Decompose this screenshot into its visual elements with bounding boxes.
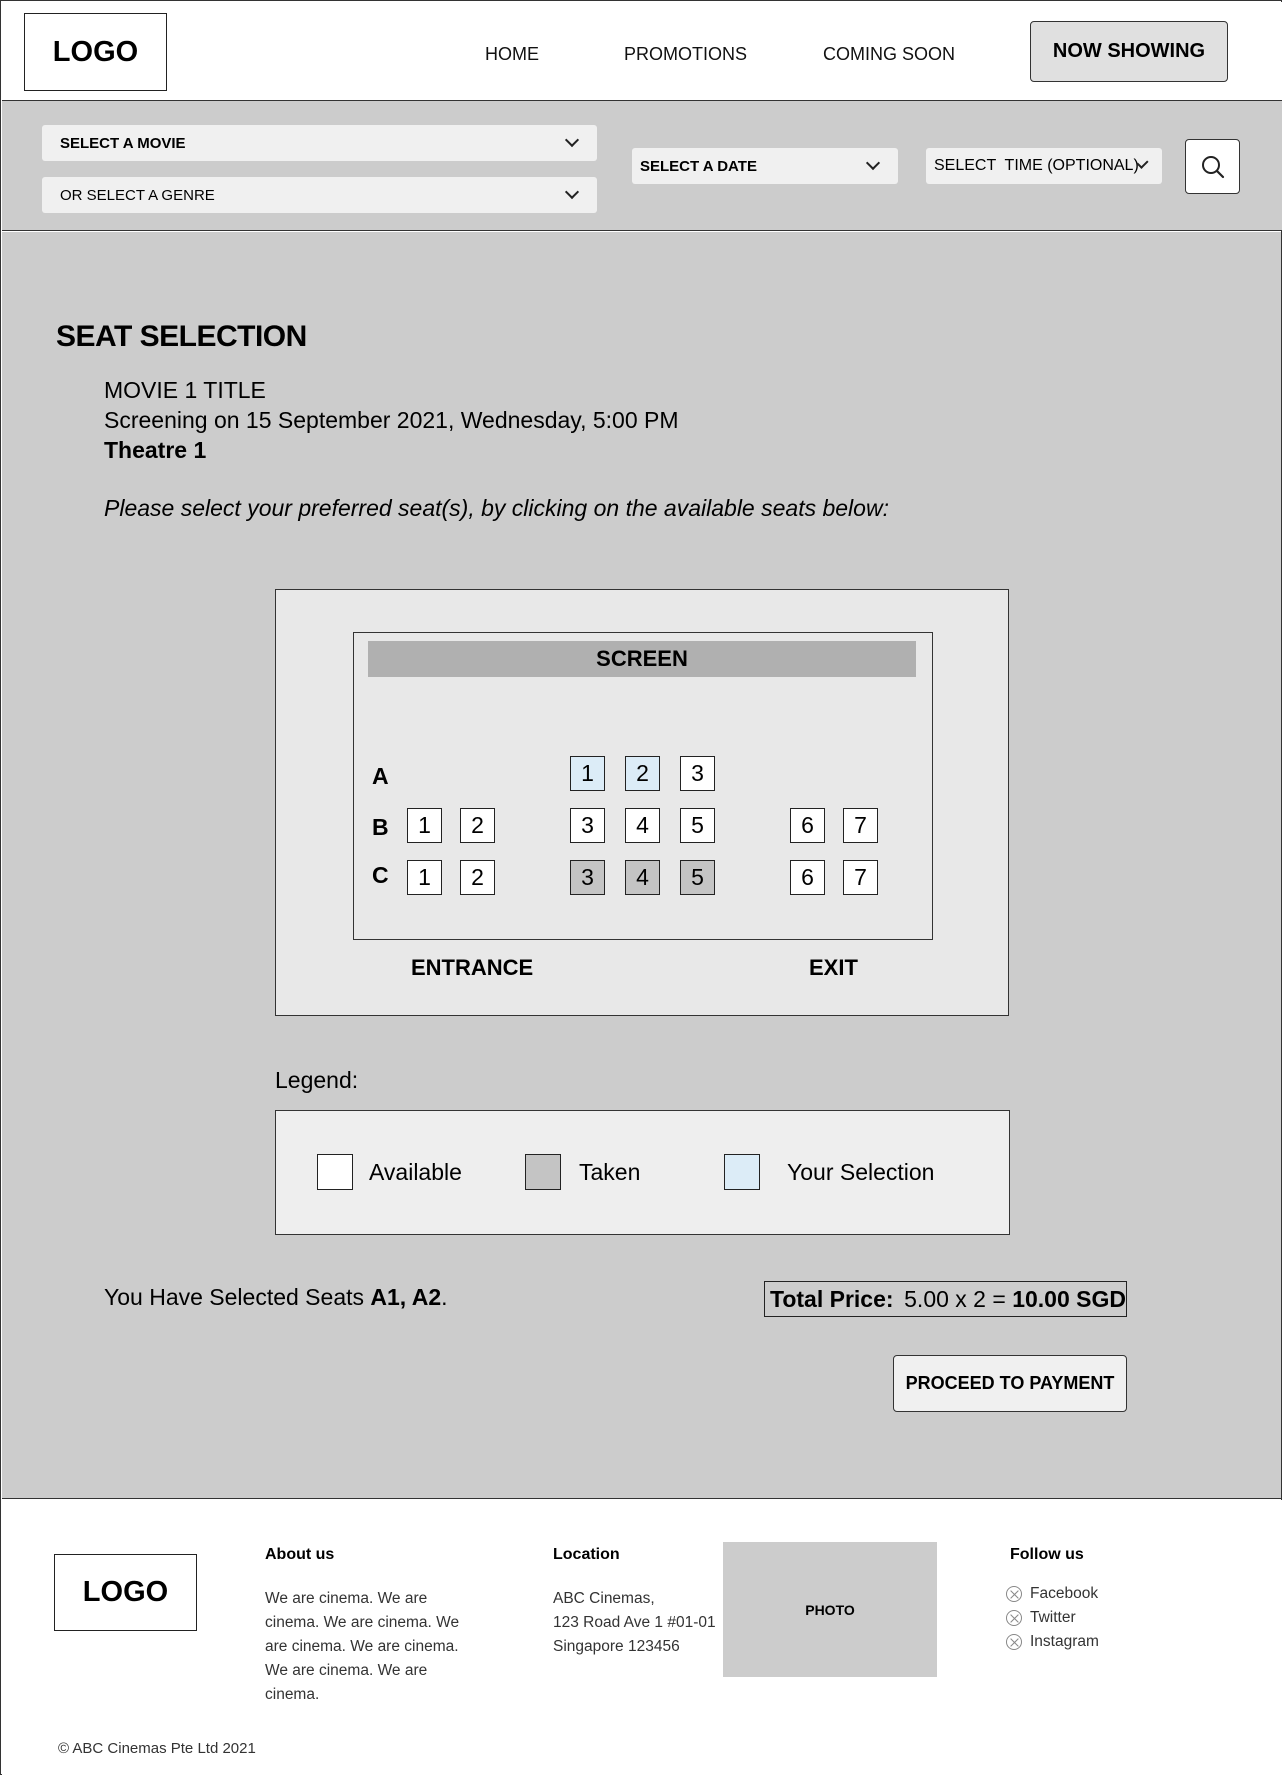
total-price-label: Total Price:	[770, 1285, 894, 1312]
genre-select[interactable]: OR SELECT A GENRE	[42, 177, 597, 213]
nav-home[interactable]: HOME	[485, 44, 539, 65]
legend-selection-swatch	[724, 1154, 760, 1190]
movie-select[interactable]: SELECT A MOVIE	[42, 125, 597, 161]
seat-c5: 5	[680, 860, 715, 895]
chevron-down-icon	[564, 132, 580, 148]
seat-a3[interactable]: 3	[680, 756, 715, 791]
legend-taken-swatch	[525, 1154, 561, 1190]
time-select-label: SELECT TIME (OPTIONAL)	[934, 157, 1139, 174]
location-line: Singapore 123456	[553, 1638, 680, 1655]
seat-b4[interactable]: 4	[625, 808, 660, 843]
about-line: are cinema. We are cinema.	[265, 1638, 459, 1655]
proceed-to-payment-button[interactable]: PROCEED TO PAYMENT	[893, 1355, 1127, 1412]
seat-b1[interactable]: 1	[407, 808, 442, 843]
page: LOGO HOME PROMOTIONS COMING SOON NOW SHO…	[0, 0, 1282, 1775]
follow-title: Follow us	[1010, 1546, 1084, 1563]
about-line: We are cinema. We are	[265, 1590, 428, 1607]
search-button[interactable]	[1185, 139, 1240, 194]
seat-c1[interactable]: 1	[407, 860, 442, 895]
instructions: Please select your preferred seat(s), by…	[104, 495, 889, 521]
seat-c7[interactable]: 7	[843, 860, 878, 895]
main-content: SEAT SELECTION MOVIE 1 TITLE Screening o…	[2, 232, 1281, 1499]
screen-label: SCREEN	[368, 641, 916, 677]
legend: Available Taken Your Selection	[275, 1110, 1010, 1235]
seat-a1[interactable]: 1	[570, 756, 605, 791]
footer-logo[interactable]: LOGO	[54, 1554, 197, 1631]
nav-coming-soon[interactable]: COMING SOON	[823, 44, 955, 65]
facebook-icon	[1006, 1586, 1022, 1602]
about-line: We are cinema. We are	[265, 1662, 428, 1679]
logo[interactable]: LOGO	[24, 13, 167, 91]
location-line: ABC Cinemas,	[553, 1590, 655, 1607]
row-label-c: C	[372, 862, 389, 888]
seat-c6[interactable]: 6	[790, 860, 825, 895]
seat-b3[interactable]: 3	[570, 808, 605, 843]
location-text: ABC Cinemas, 123 Road Ave 1 #01-01 Singa…	[553, 1587, 716, 1659]
movie-select-label: SELECT A MOVIE	[60, 134, 186, 152]
about-title: About us	[265, 1546, 335, 1563]
seat-a2[interactable]: 2	[625, 756, 660, 791]
seat-b2[interactable]: 2	[460, 808, 495, 843]
seat-b7[interactable]: 7	[843, 808, 878, 843]
header: LOGO HOME PROMOTIONS COMING SOON NOW SHO…	[2, 2, 1282, 101]
search-icon	[1201, 155, 1224, 178]
seat-b6[interactable]: 6	[790, 808, 825, 843]
row-label-b: B	[372, 814, 389, 840]
social-label: Twitter	[1030, 1609, 1076, 1626]
seat-map-area: SCREEN A B C 1 2 3 1 2 3 4 5 6 7 1 2 3 4…	[353, 632, 933, 940]
about-line: cinema. We are cinema. We	[265, 1614, 460, 1631]
legend-selection-label: Your Selection	[787, 1159, 935, 1185]
location-photo: PHOTO	[723, 1542, 937, 1677]
nav-promotions[interactable]: PROMOTIONS	[624, 44, 747, 65]
chevron-down-icon	[865, 155, 881, 171]
theatre-name: Theatre 1	[104, 437, 207, 463]
row-label-a: A	[372, 763, 389, 789]
location-line: 123 Road Ave 1 #01-01	[553, 1614, 716, 1631]
instagram-icon	[1006, 1634, 1022, 1650]
twitter-icon	[1006, 1610, 1022, 1626]
selected-seats-summary: You Have Selected Seats A1, A2.	[104, 1284, 448, 1311]
seat-c3: 3	[570, 860, 605, 895]
selected-seats-value: A1, A2	[370, 1284, 442, 1310]
legend-available-swatch	[317, 1154, 353, 1190]
screening-info: Screening on 15 September 2021, Wednesda…	[104, 407, 679, 433]
entrance-label: ENTRANCE	[411, 955, 534, 980]
social-label: Instagram	[1030, 1633, 1099, 1650]
social-twitter[interactable]: Twitter	[1006, 1609, 1076, 1627]
total-price-calc: 5.00 x 2 =	[904, 1285, 1013, 1312]
footer: LOGO About us We are cinema. We are cine…	[2, 1500, 1282, 1775]
selected-seats-prefix: You Have Selected Seats	[104, 1284, 371, 1310]
movie-title: MOVIE 1 TITLE	[104, 377, 266, 403]
date-select[interactable]: SELECT A DATE	[632, 148, 898, 184]
date-select-label: SELECT A DATE	[640, 157, 757, 175]
legend-title: Legend:	[275, 1067, 359, 1093]
about-text: We are cinema. We are cinema. We are cin…	[265, 1587, 459, 1707]
seat-c4: 4	[625, 860, 660, 895]
filter-bar: SELECT A MOVIE OR SELECT A GENRE SELECT …	[2, 101, 1282, 231]
now-showing-button[interactable]: NOW SHOWING	[1030, 21, 1228, 82]
social-instagram[interactable]: Instagram	[1006, 1633, 1099, 1651]
total-price: Total Price: 5.00 x 2 = 10.00 SGD	[764, 1281, 1127, 1317]
time-select[interactable]: SELECT TIME (OPTIONAL)	[926, 148, 1162, 184]
social-label: Facebook	[1030, 1585, 1099, 1602]
social-facebook[interactable]: Facebook	[1006, 1585, 1098, 1603]
about-line: cinema.	[265, 1686, 320, 1703]
chevron-down-icon	[564, 184, 580, 200]
location-title: Location	[553, 1546, 620, 1563]
selected-seats-suffix: .	[441, 1284, 448, 1310]
seat-b5[interactable]: 5	[680, 808, 715, 843]
page-title: SEAT SELECTION	[56, 320, 307, 353]
copyright: © ABC Cinemas Pte Ltd 2021	[58, 1740, 256, 1757]
seat-map: SCREEN A B C 1 2 3 1 2 3 4 5 6 7 1 2 3 4…	[275, 589, 1009, 1016]
genre-select-label: OR SELECT A GENRE	[60, 186, 215, 204]
seat-c2[interactable]: 2	[460, 860, 495, 895]
exit-label: EXIT	[809, 955, 858, 980]
legend-taken-label: Taken	[579, 1159, 641, 1185]
legend-available-label: Available	[369, 1159, 462, 1185]
total-price-value: 10.00 SGD	[1012, 1285, 1126, 1312]
